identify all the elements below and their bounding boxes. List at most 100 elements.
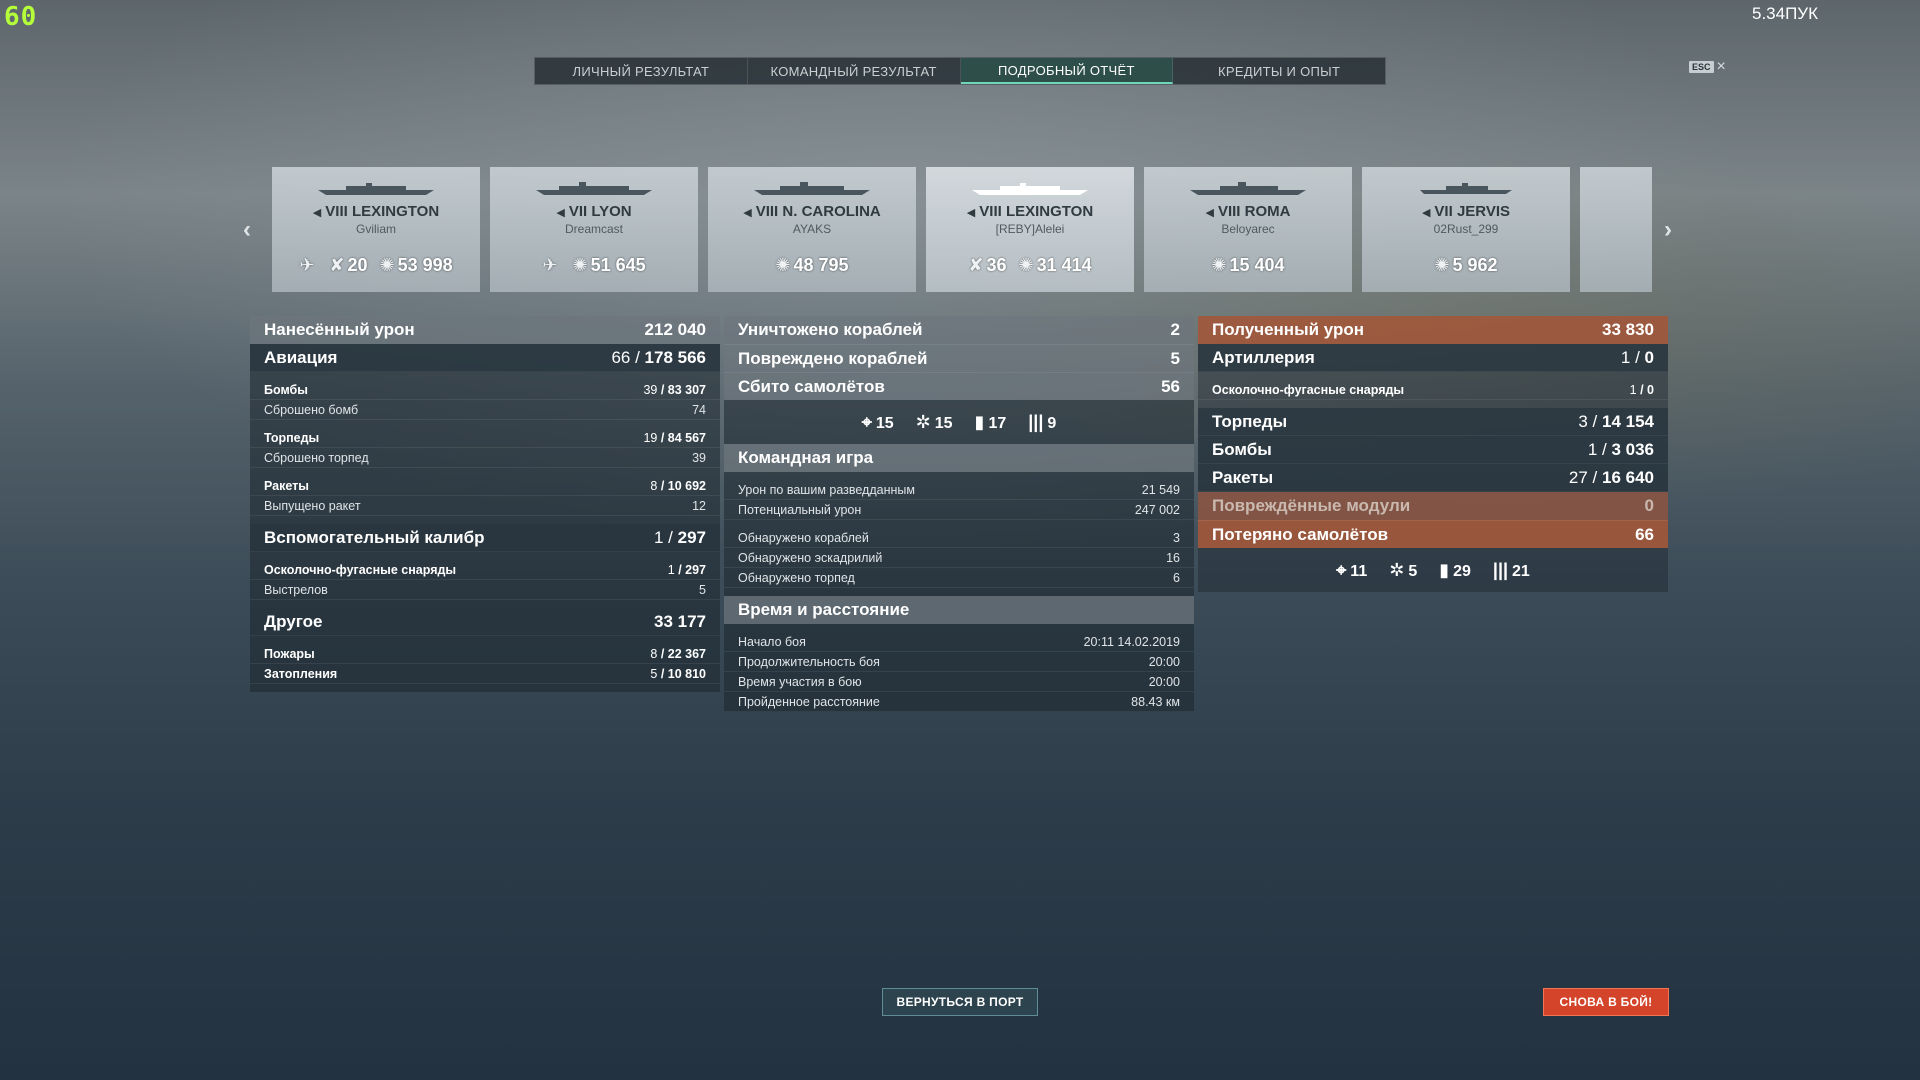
player-name: [REBY]Alelei	[995, 222, 1065, 236]
bombs-dropped-row: Сброшено бомб 74	[250, 400, 720, 420]
plane-icon: ✈	[542, 255, 558, 275]
ship-stats: ✺ 48 795	[775, 255, 849, 275]
artillery-row: Артиллерия 1 / 0	[1198, 344, 1668, 372]
planes-lost-row: Потеряно самолётов 66	[1198, 520, 1668, 548]
ships-destroyed-row: Уничтожено кораблей 2	[724, 316, 1194, 344]
ship-name: ◀ VIII LEXINGTON	[966, 203, 1094, 220]
planes-shot-breakdown: ⌖ 15 ✲ 15 ▮ 17 ||| 9	[861, 411, 1057, 432]
ship-card-partial[interactable]	[1580, 167, 1652, 292]
ship-stats: ✈ ✘ 20 ✺ 53 998	[299, 255, 453, 275]
rockets-fired-row: Выпущено ракет 12	[250, 496, 720, 516]
explosion-icon: ✺	[572, 255, 588, 275]
ship-silhouette-icon	[1406, 180, 1526, 196]
player-name: Dreamcast	[564, 222, 623, 236]
ship-name: ◀ VII LYON	[556, 203, 632, 220]
ship-card[interactable]: ◀ VIII LEXINGTON Gviliam ✈ ✘ 20 ✺ 53 998	[272, 167, 480, 292]
close-icon: ×	[1716, 58, 1726, 75]
rockets-icon: |||	[1028, 411, 1044, 432]
ship-stats: ✺ 15 404	[1211, 255, 1285, 275]
bomb-icon: ▮	[974, 411, 985, 432]
esc-key-icon: ESC	[1689, 61, 1714, 73]
explosion-icon: ✺	[1018, 255, 1034, 275]
ship-card[interactable]: ◀ VII LYON Dreamcast ✈ ✺ 51 645	[490, 167, 698, 292]
ship-silhouette-icon	[534, 180, 654, 196]
torpedoes-spotted-row: Обнаружено торпед 6	[724, 568, 1194, 588]
ship-card[interactable]: ◀ VIII ROMA Beloyarec ✺ 15 404	[1144, 167, 1352, 292]
tab-personal-result[interactable]: Личный результат	[535, 58, 748, 84]
shots-row: Выстрелов 5	[250, 580, 720, 600]
kills-panel: Уничтожено кораблей 2 Повреждено кораблей…	[724, 316, 1194, 712]
ship-silhouette-icon	[1188, 180, 1308, 196]
bombs-received-row: Бомбы 1 / 3 036	[1198, 436, 1668, 464]
explosion-icon: ✺	[775, 255, 791, 275]
time-in-battle-row: Время участия в бою 20:00	[724, 672, 1194, 692]
damage-dealt-header: Нанесённый урон 212 040	[250, 316, 720, 344]
ship-name: ◀ VIII N. CAROLINA	[743, 203, 881, 220]
potential-damage-row: Потенциальный урон 247 002	[724, 500, 1194, 520]
explosion-icon: ✺	[1211, 255, 1227, 275]
return-to-port-button[interactable]: Вернуться в порт	[882, 988, 1038, 1016]
results-tabs: Личный результат Командный результат Под…	[534, 57, 1386, 85]
he-shells-row: Осколочно-фугасные снаряды 1 / 297	[250, 560, 720, 580]
torpedoes-dropped-row: Сброшено торпед 39	[250, 448, 720, 468]
top-right-label: 5.34ПУК	[1752, 4, 1819, 23]
torpedoes-received-row: Торпеды 3 / 14 154	[1198, 408, 1668, 436]
bombs-row: Бомбы 39 / 83 307	[250, 380, 720, 400]
player-name: Gviliam	[355, 222, 396, 236]
secondary-header: Вспомогательный калибр 1 / 297	[250, 524, 720, 552]
floods-row: Затопления 5 / 10 810	[250, 664, 720, 684]
ship-card[interactable]: ◀ VIII LEXINGTON [REBY]Alelei ✘ 36 ✺ 31 414	[926, 167, 1134, 292]
chevron-left-icon[interactable]: ‹	[243, 216, 251, 244]
plane-icon: ✈	[299, 255, 315, 275]
battle-again-button[interactable]: Снова в бой!	[1543, 988, 1669, 1016]
rockets-row: Ракеты 8 / 10 692	[250, 476, 720, 496]
crossed-planes-icon: ✘	[329, 255, 345, 275]
rockets-received-row: Ракеты 27 / 16 640	[1198, 464, 1668, 492]
ship-silhouette-icon	[970, 180, 1090, 196]
player-name: Beloyarec	[1221, 222, 1275, 236]
ship-stats: ✈ ✺ 51 645	[542, 255, 646, 275]
damage-received-panel: Полученный урон 33 830 Артиллерия 1 / 0 Ос…	[1198, 316, 1668, 592]
ship-silhouette-icon	[316, 180, 436, 196]
ship-card[interactable]: ◀ VIII N. CAROLINA AYAKS ✺ 48 795	[708, 167, 916, 292]
ship-stats: ✘ 36 ✺ 31 414	[968, 255, 1092, 275]
damage-dealt-panel: Нанесённый урон 212 040 Авиация 66 / 178 5…	[250, 316, 720, 692]
rockets-icon: |||	[1492, 559, 1509, 580]
bomb-icon: ▮	[1439, 559, 1450, 580]
player-name: AYAKS	[792, 222, 832, 236]
fighter-shot-icon: ✲	[915, 411, 931, 432]
spotting-damage-row: Урон по вашим разведданным 21 549	[724, 480, 1194, 500]
ship-name: ◀ VIII LEXINGTON	[312, 203, 440, 220]
he-received-row: Осколочно-фугасные снаряды 1 / 0	[1198, 380, 1668, 400]
player-name: 02Rust_299	[1433, 222, 1499, 236]
fps-counter: 60	[4, 2, 38, 32]
close-button[interactable]: ESC ×	[1689, 58, 1726, 75]
crossed-planes-icon: ✘	[968, 255, 984, 275]
tab-team-result[interactable]: Командный результат	[748, 58, 961, 84]
planes-lost-breakdown: ⌖ 11 ✲ 5 ▮ 29 ||| 21	[1336, 559, 1530, 580]
other-header: Другое 33 177	[250, 608, 720, 636]
damaged-modules-row: Повреждённые модули 0	[1198, 492, 1668, 520]
fires-row: Пожары 8 / 22 367	[250, 644, 720, 664]
ships-damaged-row: Повреждено кораблей 5	[724, 344, 1194, 372]
ship-card[interactable]: ◀ VII JERVIS 02Rust_299 ✺ 5 962	[1362, 167, 1570, 292]
crosshair-icon: ⌖	[861, 411, 872, 432]
explosion-icon: ✺	[1434, 255, 1450, 275]
ship-carousel: ◀ VIII LEXINGTON Gviliam ✈ ✘ 20 ✺ 53 998 ◀ V…	[272, 167, 1652, 292]
squadrons-spotted-row: Обнаружено эскадрилий 16	[724, 548, 1194, 568]
explosion-icon: ✺	[379, 255, 395, 275]
battle-start-row: Начало боя 20:11 14.02.2019	[724, 632, 1194, 652]
ship-name: ◀ VIII ROMA	[1205, 203, 1291, 220]
ship-stats: ✺ 5 962	[1434, 255, 1498, 275]
damage-received-header: Полученный урон 33 830	[1198, 316, 1668, 344]
ships-spotted-row: Обнаружено кораблей 3	[724, 528, 1194, 548]
teamplay-header: Командная игра	[724, 444, 1194, 472]
tab-detailed-report[interactable]: Подробный отчёт	[960, 58, 1174, 84]
chevron-right-icon[interactable]: ›	[1664, 216, 1672, 244]
planes-shot-row: Сбито самолётов 56	[724, 372, 1194, 400]
tab-credits-xp[interactable]: Кредиты и опыт	[1173, 58, 1385, 84]
time-distance-header: Время и расстояние	[724, 596, 1194, 624]
ship-name: ◀ VII JERVIS	[1421, 203, 1511, 220]
aviation-header: Авиация 66 / 178 566	[250, 344, 720, 372]
torpedoes-row: Торпеды 19 / 84 567	[250, 428, 720, 448]
